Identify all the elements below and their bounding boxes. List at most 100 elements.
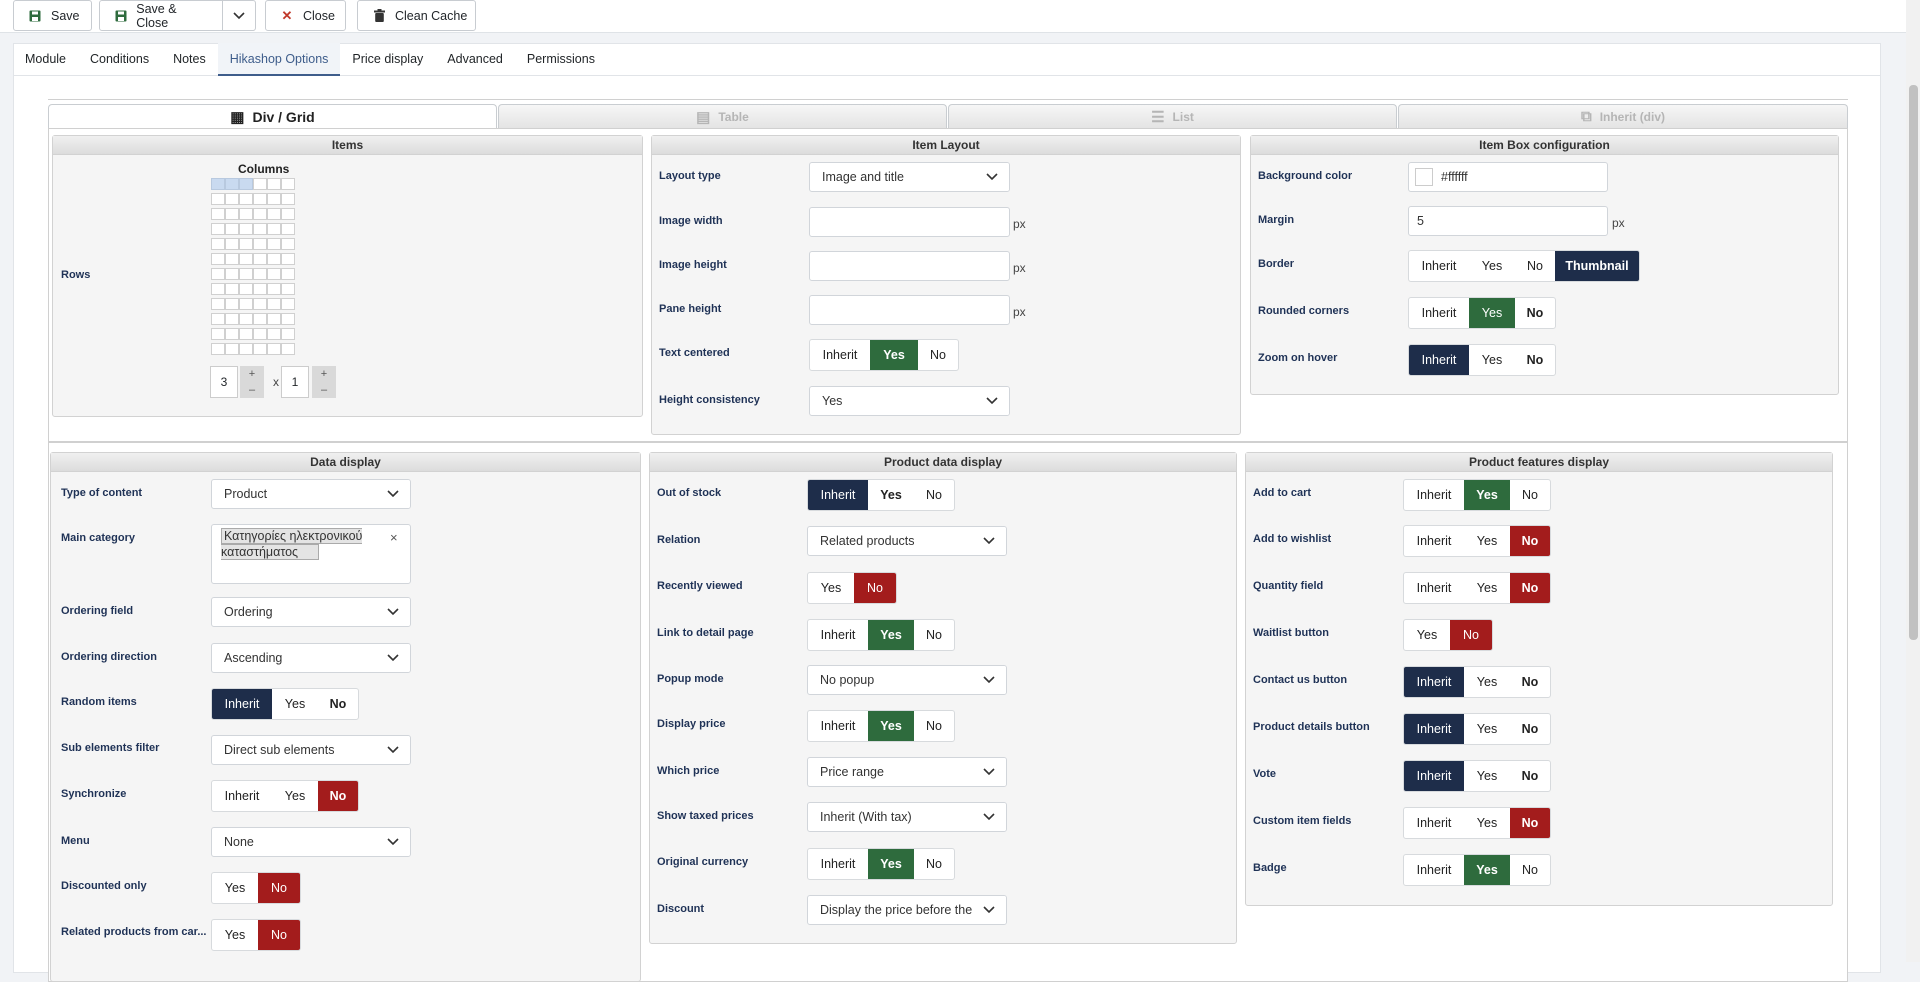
grid-cell[interactable] bbox=[239, 313, 253, 325]
grid-cell[interactable] bbox=[239, 298, 253, 310]
ordering-direction-select[interactable]: Ascending bbox=[211, 643, 411, 673]
out-of-stock-toggle[interactable]: Inherit Yes No bbox=[807, 479, 955, 511]
scrollbar-thumb[interactable] bbox=[1909, 85, 1918, 640]
option-no[interactable]: No bbox=[1510, 573, 1550, 603]
option-no[interactable]: No bbox=[318, 781, 358, 811]
grid-cell[interactable] bbox=[281, 328, 295, 340]
option-yes[interactable]: Yes bbox=[1464, 808, 1510, 838]
grid-cell[interactable] bbox=[225, 313, 239, 325]
grid-cell[interactable] bbox=[253, 208, 267, 220]
columns-input[interactable]: 3 bbox=[210, 366, 238, 398]
option-no[interactable]: No bbox=[914, 849, 954, 879]
grid-cell[interactable] bbox=[253, 283, 267, 295]
view-tab-list[interactable]: ☰ List bbox=[948, 104, 1397, 128]
custom-item-fields-toggle[interactable]: Inherit Yes No bbox=[1403, 807, 1551, 839]
related-products-cart-toggle[interactable]: Yes No bbox=[211, 919, 301, 951]
option-inherit[interactable]: Inherit bbox=[1404, 573, 1464, 603]
image-height-input[interactable] bbox=[809, 251, 1010, 281]
image-width-input[interactable] bbox=[809, 207, 1010, 237]
grid-cell[interactable] bbox=[225, 208, 239, 220]
option-no[interactable]: No bbox=[1515, 345, 1555, 375]
grid-cell[interactable] bbox=[225, 283, 239, 295]
badge-toggle[interactable]: Inherit Yes No bbox=[1403, 854, 1551, 886]
option-yes[interactable]: Yes bbox=[870, 340, 918, 370]
grid-cell[interactable] bbox=[281, 238, 295, 250]
grid-cell[interactable] bbox=[225, 328, 239, 340]
grid-cell[interactable] bbox=[225, 193, 239, 205]
option-no[interactable]: No bbox=[1510, 855, 1550, 885]
columns-stepper[interactable]: + – bbox=[240, 366, 264, 398]
option-no[interactable]: No bbox=[1510, 761, 1550, 791]
option-inherit[interactable]: Inherit bbox=[810, 340, 870, 370]
option-no[interactable]: No bbox=[1450, 620, 1492, 650]
grid-cell[interactable] bbox=[239, 283, 253, 295]
waitlist-button-toggle[interactable]: Yes No bbox=[1403, 619, 1493, 651]
grid-cell[interactable] bbox=[267, 313, 281, 325]
grid-cell[interactable] bbox=[211, 343, 225, 355]
minus-icon[interactable]: – bbox=[321, 384, 327, 396]
grid-cell[interactable] bbox=[267, 238, 281, 250]
option-no[interactable]: No bbox=[918, 340, 958, 370]
grid-cell[interactable] bbox=[267, 193, 281, 205]
grid-cell[interactable] bbox=[225, 223, 239, 235]
option-yes[interactable]: Yes bbox=[1469, 345, 1515, 375]
option-yes[interactable]: Yes bbox=[272, 689, 318, 719]
grid-cell[interactable] bbox=[253, 223, 267, 235]
discounted-only-toggle[interactable]: Yes No bbox=[211, 872, 301, 904]
product-details-button-toggle[interactable]: Inherit Yes No bbox=[1403, 713, 1551, 745]
add-to-cart-toggle[interactable]: Inherit Yes No bbox=[1403, 479, 1551, 511]
option-yes[interactable]: Yes bbox=[808, 573, 854, 603]
option-inherit[interactable]: Inherit bbox=[808, 711, 868, 741]
ordering-field-select[interactable]: Ordering bbox=[211, 597, 411, 627]
recently-viewed-toggle[interactable]: Yes No bbox=[807, 572, 897, 604]
grid-cell[interactable] bbox=[225, 343, 239, 355]
chevron-down-icon[interactable] bbox=[223, 11, 255, 20]
grid-cell[interactable] bbox=[267, 253, 281, 265]
grid-cell[interactable] bbox=[239, 343, 253, 355]
relation-select[interactable]: Related products bbox=[807, 526, 1007, 556]
clean-cache-button[interactable]: Clean Cache bbox=[357, 0, 476, 31]
option-no[interactable]: No bbox=[258, 873, 300, 903]
option-no[interactable]: No bbox=[1510, 526, 1550, 556]
option-inherit[interactable]: Inherit bbox=[1404, 808, 1464, 838]
minus-icon[interactable]: – bbox=[249, 384, 255, 396]
chip-remove-icon[interactable]: × bbox=[390, 530, 398, 545]
original-currency-toggle[interactable]: Inherit Yes No bbox=[807, 848, 955, 880]
option-no[interactable]: No bbox=[914, 711, 954, 741]
tab-permissions[interactable]: Permissions bbox=[515, 43, 607, 76]
type-of-content-select[interactable]: Product bbox=[211, 479, 411, 509]
option-yes[interactable]: Yes bbox=[1464, 573, 1510, 603]
grid-cell[interactable] bbox=[281, 208, 295, 220]
grid-cell[interactable] bbox=[267, 328, 281, 340]
grid-cell[interactable] bbox=[211, 283, 225, 295]
grid-cell[interactable] bbox=[253, 268, 267, 280]
grid-cell[interactable] bbox=[225, 238, 239, 250]
grid-cell[interactable] bbox=[253, 298, 267, 310]
grid-cell[interactable] bbox=[211, 313, 225, 325]
color-swatch[interactable] bbox=[1415, 168, 1433, 186]
option-no[interactable]: No bbox=[258, 920, 300, 950]
plus-icon[interactable]: + bbox=[321, 368, 327, 380]
grid-cell[interactable] bbox=[239, 238, 253, 250]
plus-icon[interactable]: + bbox=[249, 368, 255, 380]
option-no[interactable]: No bbox=[914, 480, 954, 510]
pane-height-input[interactable] bbox=[809, 295, 1010, 325]
option-yes[interactable]: Yes bbox=[1464, 761, 1510, 791]
option-yes[interactable]: Yes bbox=[1464, 480, 1510, 510]
grid-cell[interactable] bbox=[225, 298, 239, 310]
grid-cell[interactable] bbox=[253, 343, 267, 355]
rows-stepper[interactable]: + – bbox=[312, 366, 336, 398]
sub-elements-filter-select[interactable]: Direct sub elements bbox=[211, 735, 411, 765]
grid-cell[interactable] bbox=[225, 178, 239, 190]
option-inherit[interactable]: Inherit bbox=[808, 620, 868, 650]
rows-input[interactable]: 1 bbox=[281, 366, 309, 398]
option-no[interactable]: No bbox=[1510, 667, 1550, 697]
grid-cell[interactable] bbox=[239, 193, 253, 205]
grid-cell[interactable] bbox=[239, 223, 253, 235]
grid-cell[interactable] bbox=[211, 238, 225, 250]
popup-mode-select[interactable]: No popup bbox=[807, 665, 1007, 695]
tab-hikashop-options[interactable]: Hikashop Options bbox=[217, 43, 341, 76]
option-inherit[interactable]: Inherit bbox=[1409, 345, 1469, 375]
grid-cell[interactable] bbox=[281, 268, 295, 280]
option-thumbnail[interactable]: Thumbnail bbox=[1555, 251, 1639, 281]
